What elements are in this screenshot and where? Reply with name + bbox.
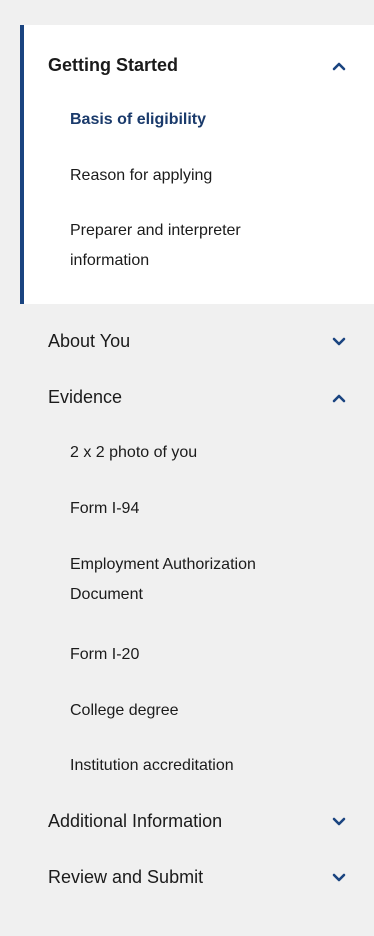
nav-item-label: Preparer and interpreter information [70, 222, 241, 269]
nav-item-label: Institution accreditation [70, 757, 234, 774]
nav-section-additional-information[interactable]: Additional Information [0, 806, 374, 838]
nav-item-label: College degree [70, 702, 179, 719]
chevron-down-icon [331, 336, 347, 348]
nav-item-label: Form I-94 [70, 500, 140, 517]
nav-section-about-you[interactable]: About You [0, 326, 374, 358]
side-navigation: Getting Started Basis of eligibility Rea… [0, 0, 374, 936]
nav-item-form-i94[interactable]: Form I-94 [0, 493, 374, 525]
nav-item-reason-for-applying[interactable]: Reason for applying [0, 160, 374, 192]
chevron-down-icon [331, 872, 347, 884]
nav-item-institution-accreditation[interactable]: Institution accreditation [0, 750, 374, 782]
chevron-down-icon [331, 816, 347, 828]
nav-item-preparer-interpreter[interactable]: Preparer and interpreter information [0, 215, 374, 279]
nav-section-label: Evidence [48, 387, 123, 407]
nav-section-label: Getting Started [48, 55, 179, 75]
nav-item-form-i20[interactable]: Form I-20 [0, 639, 374, 671]
nav-item-label: Basis of eligibility [70, 111, 207, 128]
nav-section-label: Additional Information [48, 811, 223, 831]
chevron-up-icon [331, 60, 347, 72]
nav-item-label: Reason for applying [70, 167, 213, 184]
nav-section-label: Review and Submit [48, 867, 204, 887]
nav-item-college-degree[interactable]: College degree [0, 695, 374, 727]
nav-section-review-and-submit[interactable]: Review and Submit [0, 862, 374, 894]
nav-item-ead[interactable]: Employment Authorization Document [0, 549, 374, 613]
chevron-up-icon [331, 392, 347, 404]
nav-item-photo[interactable]: 2 x 2 photo of you [0, 437, 374, 469]
nav-section-evidence[interactable]: Evidence [0, 382, 374, 414]
nav-item-label: Employment Authorization Document [70, 556, 256, 603]
nav-item-label: 2 x 2 photo of you [70, 444, 198, 461]
nav-section-label: About You [48, 331, 131, 351]
nav-item-label: Form I-20 [70, 646, 140, 663]
nav-section-getting-started[interactable]: Getting Started [0, 50, 374, 82]
nav-item-basis-of-eligibility[interactable]: Basis of eligibility [0, 104, 374, 136]
